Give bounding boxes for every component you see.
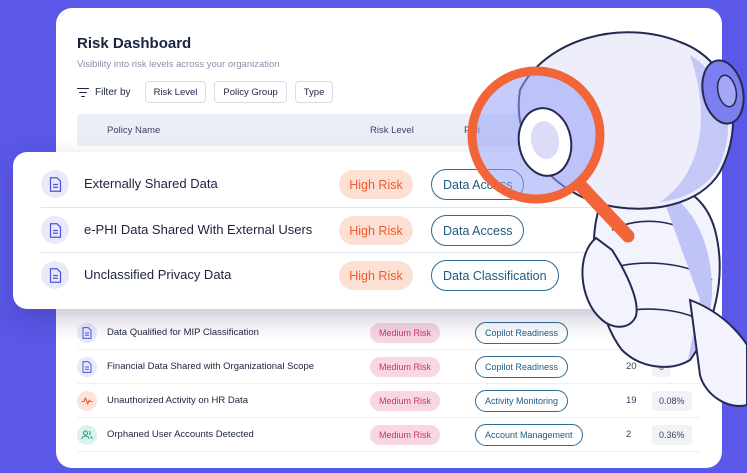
users-icon — [77, 425, 97, 445]
policy-group-tag[interactable]: Account Management — [475, 424, 583, 446]
highlighted-row[interactable]: Externally Shared Data High Risk Data Ac… — [41, 162, 601, 207]
filter-chip-policy-group[interactable]: Policy Group — [214, 81, 287, 103]
policy-name: Unauthorized Activity on HR Data — [107, 395, 248, 406]
row-percentage: 0.36% — [652, 425, 692, 445]
column-header-risk-level[interactable]: Risk Level — [370, 125, 414, 136]
policy-group-tag[interactable]: Copilot Readiness — [475, 356, 569, 378]
policy-group-tag[interactable]: Data Access — [431, 169, 525, 200]
document-icon — [77, 357, 97, 377]
risk-badge: Medium Risk — [370, 357, 440, 377]
document-icon — [41, 170, 69, 198]
row-count: 20 — [626, 361, 637, 372]
column-header-policy-group[interactable]: Poli — [464, 125, 480, 136]
table-row[interactable]: Financial Data Shared with Organizationa… — [77, 350, 700, 384]
policy-group-tag[interactable]: Data Access — [431, 215, 525, 246]
row-percentage: 0.08% — [652, 391, 692, 411]
table-row[interactable]: Unauthorized Activity on HR Data Medium … — [77, 384, 700, 418]
filter-chip-type[interactable]: Type — [294, 81, 334, 103]
highlighted-row[interactable]: e-PHI Data Shared With External Users Hi… — [41, 207, 601, 252]
page-title: Risk Dashboard — [77, 35, 192, 52]
column-header-policy-name[interactable]: Policy Name — [107, 125, 160, 136]
row-count: 28 — [626, 327, 637, 338]
row-count: 2 — [626, 429, 632, 440]
policy-name: e-PHI Data Shared With External Users — [84, 222, 313, 237]
high-risk-highlight-card: Externally Shared Data High Risk Data Ac… — [13, 152, 661, 309]
activity-pulse-icon — [77, 391, 97, 411]
risk-badge: Medium Risk — [370, 391, 440, 411]
policy-group-tag[interactable]: Data Classification — [431, 260, 559, 291]
policy-group-tag[interactable]: Copilot Readiness — [475, 322, 569, 344]
policy-name: Unclassified Privacy Data — [84, 267, 232, 282]
table-row[interactable]: Data Qualified for MIP Classification Me… — [77, 316, 700, 350]
risk-badge: High Risk — [339, 170, 413, 199]
policy-name: Financial Data Shared with Organizationa… — [107, 361, 315, 372]
filter-bar: Filter by Risk Level Policy Group Type — [77, 81, 334, 103]
risk-badge: Medium Risk — [370, 323, 440, 343]
filter-chip-risk-level[interactable]: Risk Level — [144, 81, 207, 103]
table-header: Policy Name Risk Level Poli — [77, 114, 577, 146]
row-count: 19 — [626, 395, 637, 406]
policy-name: Externally Shared Data — [84, 176, 218, 191]
policy-name: Orphaned User Accounts Detected — [107, 429, 254, 440]
document-icon — [41, 216, 69, 244]
policy-group-tag[interactable]: Activity Monitoring — [475, 390, 569, 412]
table-row[interactable]: Orphaned User Accounts Detected Medium R… — [77, 418, 700, 452]
risk-badge: High Risk — [339, 261, 413, 290]
policy-name: Data Qualified for MIP Classification — [107, 327, 259, 338]
document-icon — [77, 323, 97, 343]
highlighted-row[interactable]: Unclassified Privacy Data High Risk Data… — [41, 252, 601, 297]
risk-badge: Medium Risk — [370, 425, 440, 445]
risk-badge: High Risk — [339, 216, 413, 245]
filter-label: Filter by — [77, 87, 131, 98]
row-percentage: 0 — [652, 357, 672, 377]
page-subtitle: Visibility into risk levels across your … — [77, 59, 280, 70]
filter-icon — [77, 87, 89, 97]
document-icon — [41, 261, 69, 289]
